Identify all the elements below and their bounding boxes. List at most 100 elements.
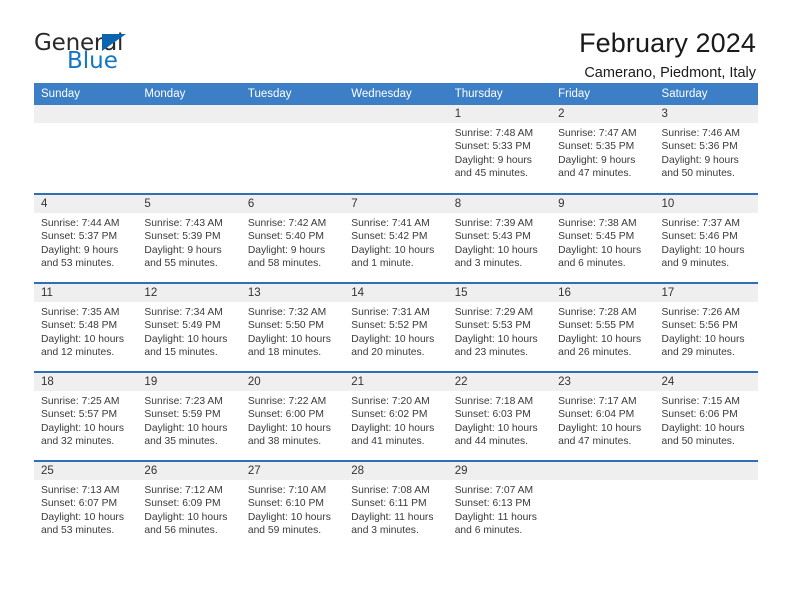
calendar-week-row: 25 Sunrise: 7:13 AM Sunset: 6:07 PM Dayligh…	[34, 460, 758, 550]
day-number: 13	[240, 284, 345, 302]
general-blue-logo[interactable]: General Blue	[34, 28, 234, 78]
calendar-day-cell[interactable]: 19 Sunrise: 7:23 AM Sunset: 5:59 PM Dayligh…	[137, 371, 241, 461]
calendar-day-cell[interactable]: 25 Sunrise: 7:13 AM Sunset: 6:07 PM Dayligh…	[34, 460, 138, 550]
day-details: Sunrise: 7:10 AM Sunset: 6:10 PM Daylight:…	[241, 480, 344, 537]
calendar-day-cell[interactable]: 7 Sunrise: 7:41 AM Sunset: 5:42 PM Daylight…	[344, 193, 448, 283]
daylight-text-line1: Daylight: 10 hours	[144, 511, 228, 523]
day-number: 17	[654, 284, 758, 302]
calendar-day-cell[interactable]: 6 Sunrise: 7:42 AM Sunset: 5:40 PM Daylight…	[240, 193, 345, 283]
sunrise-text: Sunrise: 7:46 AM	[661, 128, 740, 139]
daylight-text-line2: and 55 minutes.	[144, 257, 218, 269]
sunset-text: Sunset: 5:36 PM	[661, 141, 738, 153]
sunset-text: Sunset: 5:59 PM	[144, 409, 221, 421]
calendar-day-cell[interactable]: 15 Sunrise: 7:29 AM Sunset: 5:53 PM Dayligh…	[447, 282, 552, 372]
page-header: General Blue February 2024 Camerano, Pie…	[0, 0, 792, 81]
weekday-header-monday: Monday	[137, 83, 241, 105]
calendar-day-cell[interactable]: 8 Sunrise: 7:39 AM Sunset: 5:43 PM Daylight…	[447, 193, 552, 283]
daylight-text-line2: and 38 minutes.	[247, 435, 322, 447]
daylight-text-line1: Daylight: 9 hours	[41, 244, 119, 256]
daylight-text-line2: and 53 minutes.	[41, 257, 115, 269]
calendar-day-cell[interactable]: 1 Sunrise: 7:48 AM Sunset: 5:33 PM Daylight…	[447, 105, 552, 194]
calendar-day-cell[interactable]: 4 Sunrise: 7:44 AM Sunset: 5:37 PM Daylight…	[34, 193, 138, 283]
sunrise-text: Sunrise: 7:08 AM	[351, 485, 430, 496]
sunset-text: Sunset: 5:56 PM	[661, 320, 738, 332]
daylight-text-line1: Daylight: 11 hours	[351, 511, 434, 523]
sunset-text: Sunset: 6:02 PM	[351, 409, 428, 421]
calendar-day-cell[interactable]: 29 Sunrise: 7:07 AM Sunset: 6:13 PM Dayligh…	[447, 460, 552, 550]
day-number: 6	[240, 195, 345, 213]
daylight-text-line1: Daylight: 10 hours	[661, 244, 745, 256]
day-details: Sunrise: 7:46 AM Sunset: 5:36 PM Daylight:…	[655, 123, 758, 180]
calendar-day-cell[interactable]: 5 Sunrise: 7:43 AM Sunset: 5:39 PM Daylight…	[137, 193, 241, 283]
calendar-day-cell[interactable]: 9 Sunrise: 7:38 AM Sunset: 5:45 PM Daylight…	[551, 193, 655, 283]
sunset-text: Sunset: 6:07 PM	[41, 498, 118, 510]
sunset-text: Sunset: 5:43 PM	[454, 231, 531, 243]
daylight-text-line2: and 50 minutes.	[661, 167, 735, 179]
calendar-day-cell[interactable]: 26 Sunrise: 7:12 AM Sunset: 6:09 PM Dayligh…	[137, 460, 241, 550]
calendar-day-cell[interactable]: 11 Sunrise: 7:35 AM Sunset: 5:48 PM Dayligh…	[34, 282, 138, 372]
calendar-day-cell[interactable]: 22 Sunrise: 7:18 AM Sunset: 6:03 PM Dayligh…	[447, 371, 552, 461]
day-details: Sunrise: 7:31 AM Sunset: 5:52 PM Daylight:…	[344, 302, 447, 359]
calendar-day-cell-empty	[654, 460, 758, 550]
day-details: Sunrise: 7:26 AM Sunset: 5:56 PM Daylight:…	[655, 302, 758, 359]
sunrise-text: Sunrise: 7:20 AM	[351, 396, 430, 407]
daylight-text-line1: Daylight: 10 hours	[351, 422, 435, 434]
calendar-day-cell[interactable]: 20 Sunrise: 7:22 AM Sunset: 6:00 PM Dayligh…	[240, 371, 345, 461]
weekday-header-sunday: Sunday	[34, 83, 138, 105]
calendar-day-cell[interactable]: 21 Sunrise: 7:20 AM Sunset: 6:02 PM Dayligh…	[344, 371, 448, 461]
calendar-day-cell[interactable]: 27 Sunrise: 7:10 AM Sunset: 6:10 PM Dayligh…	[240, 460, 345, 550]
day-number: 8	[447, 195, 552, 213]
calendar-head: Sunday Monday Tuesday Wednesday Thursday…	[34, 83, 758, 105]
sunrise-text: Sunrise: 7:15 AM	[661, 396, 740, 407]
calendar-day-cell[interactable]: 3 Sunrise: 7:46 AM Sunset: 5:36 PM Daylight…	[654, 105, 758, 194]
day-details: Sunrise: 7:25 AM Sunset: 5:57 PM Daylight:…	[34, 391, 137, 448]
calendar-day-cell[interactable]: 12 Sunrise: 7:34 AM Sunset: 5:49 PM Dayligh…	[137, 282, 241, 372]
weekday-header-tuesday: Tuesday	[240, 83, 345, 105]
calendar-day-cell[interactable]: 23 Sunrise: 7:17 AM Sunset: 6:04 PM Dayligh…	[551, 371, 655, 461]
daylight-text-line2: and 50 minutes.	[661, 435, 735, 447]
sunset-text: Sunset: 5:35 PM	[558, 141, 635, 153]
title-block: February 2024 Camerano, Piedmont, Italy	[579, 28, 758, 82]
daylight-text-line2: and 45 minutes.	[454, 167, 528, 179]
day-number: 29	[447, 462, 552, 480]
day-number	[34, 105, 138, 123]
sunset-text: Sunset: 6:03 PM	[454, 409, 531, 421]
sunrise-text: Sunrise: 7:47 AM	[558, 128, 637, 139]
daylight-text-line1: Daylight: 10 hours	[41, 422, 124, 434]
sunrise-text: Sunrise: 7:44 AM	[41, 218, 120, 229]
daylight-text-line1: Daylight: 10 hours	[144, 422, 228, 434]
sunset-text: Sunset: 5:42 PM	[351, 231, 428, 243]
sunrise-text: Sunrise: 7:17 AM	[558, 396, 637, 407]
calendar-day-cell[interactable]: 18 Sunrise: 7:25 AM Sunset: 5:57 PM Dayligh…	[34, 371, 138, 461]
calendar-day-cell[interactable]: 10 Sunrise: 7:37 AM Sunset: 5:46 PM Dayligh…	[654, 193, 758, 283]
weekday-header-thursday: Thursday	[447, 83, 552, 105]
calendar-day-cell[interactable]: 24 Sunrise: 7:15 AM Sunset: 6:06 PM Dayligh…	[654, 371, 758, 461]
day-details: Sunrise: 7:18 AM Sunset: 6:03 PM Daylight:…	[448, 391, 551, 448]
day-number	[344, 105, 448, 123]
calendar-day-cell[interactable]: 17 Sunrise: 7:26 AM Sunset: 5:56 PM Dayligh…	[654, 282, 758, 372]
day-number: 27	[240, 462, 345, 480]
calendar-day-cell-empty	[34, 105, 138, 194]
calendar-day-cell[interactable]: 13 Sunrise: 7:32 AM Sunset: 5:50 PM Dayligh…	[240, 282, 345, 372]
sunrise-text: Sunrise: 7:07 AM	[454, 485, 534, 496]
daylight-text-line2: and 12 minutes.	[41, 346, 115, 358]
calendar-day-cell[interactable]: 14 Sunrise: 7:31 AM Sunset: 5:52 PM Dayligh…	[344, 282, 448, 372]
calendar-day-cell[interactable]: 2 Sunrise: 7:47 AM Sunset: 5:35 PM Daylight…	[551, 105, 655, 194]
sunrise-text: Sunrise: 7:23 AM	[144, 396, 223, 407]
day-details: Sunrise: 7:37 AM Sunset: 5:46 PM Daylight:…	[655, 213, 758, 270]
day-number: 15	[447, 284, 552, 302]
day-number: 12	[137, 284, 241, 302]
sunrise-text: Sunrise: 7:37 AM	[661, 218, 740, 229]
day-number: 4	[34, 195, 138, 213]
daylight-text-line2: and 3 minutes.	[454, 257, 523, 269]
day-number: 10	[654, 195, 758, 213]
calendar-day-cell[interactable]: 16 Sunrise: 7:28 AM Sunset: 5:55 PM Dayligh…	[551, 282, 655, 372]
daylight-text-line1: Daylight: 10 hours	[247, 333, 331, 345]
daylight-text-line1: Daylight: 10 hours	[41, 333, 124, 345]
calendar-day-cell[interactable]: 28 Sunrise: 7:08 AM Sunset: 6:11 PM Dayligh…	[344, 460, 448, 550]
page-subtitle: Camerano, Piedmont, Italy	[584, 65, 756, 82]
day-number: 14	[344, 284, 448, 302]
daylight-text-line1: Daylight: 10 hours	[454, 333, 538, 345]
day-details: Sunrise: 7:47 AM Sunset: 5:35 PM Daylight:…	[551, 123, 654, 180]
daylight-text-line1: Daylight: 9 hours	[661, 154, 739, 166]
